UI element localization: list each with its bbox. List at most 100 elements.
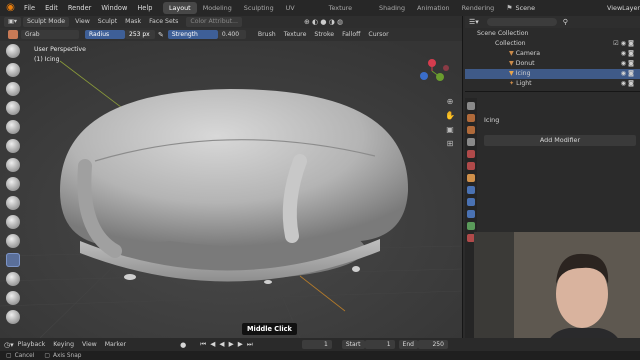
menu-playback[interactable]: Playback xyxy=(14,340,50,350)
tool-tab-icon[interactable] xyxy=(467,102,475,110)
menu-edit[interactable]: Edit xyxy=(40,4,63,12)
3d-viewport[interactable]: User Perspective (1) Icing ⊕ ✋ ▣ ⊞ xyxy=(0,41,462,338)
modifier-tab-icon[interactable] xyxy=(467,186,475,194)
visibility-icon[interactable]: ◉ ◙ xyxy=(621,79,634,89)
crease-brush-icon[interactable] xyxy=(6,177,20,191)
menu-keying[interactable]: Keying xyxy=(49,340,78,350)
draw-brush-icon[interactable] xyxy=(6,44,20,58)
tab-texture-paint[interactable]: Texture Paint xyxy=(323,2,373,24)
tab-sculpting[interactable]: Sculpting xyxy=(238,2,280,14)
scene-icon[interactable]: ⚑ xyxy=(506,4,512,12)
menu-window[interactable]: Window xyxy=(96,4,132,12)
render-tab-icon[interactable] xyxy=(467,114,475,122)
strength-field[interactable]: 0.400 xyxy=(217,30,246,39)
menu-mask[interactable]: Mask xyxy=(121,17,145,27)
viewport-nav-icons[interactable]: ⊕ ✋ ▣ ⊞ xyxy=(443,95,457,151)
pen-pressure-icon[interactable]: ✎ xyxy=(158,31,164,39)
data-tab-icon[interactable] xyxy=(467,222,475,230)
thumb-brush-icon[interactable] xyxy=(6,291,20,305)
filter-icon[interactable]: ⚲ xyxy=(563,18,568,26)
end-frame-field[interactable]: 250 xyxy=(417,340,448,349)
world-tab-icon[interactable] xyxy=(467,162,475,170)
menu-help[interactable]: Help xyxy=(132,4,157,12)
menu-falloff[interactable]: Falloff xyxy=(338,30,364,40)
record-icon[interactable]: ● xyxy=(180,341,186,349)
viewport-shading-icons[interactable]: ⊕ ◐ ● ◑ ◍ xyxy=(304,18,343,26)
view-layer-tab-icon[interactable] xyxy=(467,138,475,146)
particles-tab-icon[interactable] xyxy=(467,198,475,206)
tab-shading[interactable]: Shading xyxy=(373,2,411,14)
radius-label[interactable]: Radius xyxy=(85,30,125,39)
mode-selector[interactable]: Sculpt Mode xyxy=(22,17,70,27)
output-tab-icon[interactable] xyxy=(467,126,475,134)
visibility-icon[interactable]: ◉ ◙ xyxy=(621,69,634,79)
visibility-icon[interactable]: ◉ ◙ xyxy=(621,49,634,59)
menu-texture[interactable]: Texture xyxy=(280,30,311,40)
tab-modeling[interactable]: Modeling xyxy=(197,2,238,14)
menu-face-sets[interactable]: Face Sets xyxy=(145,17,182,27)
menu-marker[interactable]: Marker xyxy=(101,340,130,350)
brush-selector[interactable]: Grab xyxy=(21,30,79,39)
object-tab-icon[interactable] xyxy=(467,174,475,182)
tab-layout[interactable]: Layout xyxy=(162,2,197,14)
mesh-icon: ▼ xyxy=(509,70,516,77)
menu-stroke[interactable]: Stroke xyxy=(310,30,338,40)
clay-strips-brush-icon[interactable] xyxy=(6,101,20,115)
grab-brush-icon[interactable] xyxy=(6,253,20,267)
blender-logo-icon[interactable]: ◉ xyxy=(4,2,17,14)
start-frame-field[interactable]: 1 xyxy=(364,340,395,349)
timeline-header: ◷▾ Playback Keying View Marker ● ⏮ ◀ ◀ ▶… xyxy=(0,338,640,351)
menu-brush[interactable]: Brush xyxy=(254,30,280,40)
physics-tab-icon[interactable] xyxy=(467,210,475,218)
checkbox-icon[interactable]: ☑ ◉ ◙ xyxy=(613,39,634,49)
outliner-label-donut: Donut xyxy=(515,60,535,67)
divider xyxy=(465,91,640,92)
flatten-brush-icon[interactable] xyxy=(6,215,20,229)
current-frame-field[interactable]: 1 xyxy=(301,340,332,349)
pose-brush-icon[interactable] xyxy=(6,310,20,324)
outliner-row-donut[interactable]: ▼ Donut ◉ ◙ xyxy=(465,59,640,69)
editor-type-icon[interactable]: ▣▾ xyxy=(4,17,21,27)
radius-field[interactable]: 253 px xyxy=(125,30,155,39)
status-axis-snap: Axis Snap xyxy=(52,352,82,359)
snake-hook-brush-icon[interactable] xyxy=(6,272,20,286)
draw-sharp-brush-icon[interactable] xyxy=(6,63,20,77)
menu-sculpt[interactable]: Sculpt xyxy=(94,17,121,27)
view-layer-name[interactable]: ViewLayer xyxy=(607,4,640,12)
menu-cursor[interactable]: Cursor xyxy=(364,30,392,40)
menu-file[interactable]: File xyxy=(19,4,40,12)
color-attribute-dropdown[interactable]: Color Attribut... xyxy=(186,17,242,27)
blob-brush-icon[interactable] xyxy=(6,158,20,172)
view-perspective-label: User Perspective xyxy=(34,46,86,53)
collection-row[interactable]: Collection ☑ ◉ ◙ xyxy=(465,39,640,49)
fill-brush-icon[interactable] xyxy=(6,234,20,248)
tab-rendering[interactable]: Rendering xyxy=(456,2,501,14)
add-modifier-button[interactable]: Add Modifier xyxy=(484,135,636,146)
menu-render[interactable]: Render xyxy=(63,4,96,12)
brush-icon[interactable] xyxy=(8,30,18,39)
inflate-brush-icon[interactable] xyxy=(6,139,20,153)
timeline-type-icon[interactable]: ◷▾ xyxy=(4,341,14,349)
outliner-label-camera: Camera xyxy=(515,50,541,57)
tab-animation[interactable]: Animation xyxy=(411,2,456,14)
strength-label[interactable]: Strength xyxy=(167,30,218,39)
scene-name[interactable]: Scene xyxy=(516,4,535,12)
outliner-row-light[interactable]: ✦ Light ◉ ◙ xyxy=(465,79,640,89)
layer-brush-icon[interactable] xyxy=(6,120,20,134)
visibility-icon[interactable]: ◉ ◙ xyxy=(621,59,634,69)
smooth-brush-icon[interactable] xyxy=(6,196,20,210)
menu-view[interactable]: View xyxy=(71,17,94,27)
scene-tab-icon[interactable] xyxy=(467,150,475,158)
clay-brush-icon[interactable] xyxy=(6,82,20,96)
scene-collection-row[interactable]: Scene Collection xyxy=(465,29,640,39)
outliner-search-input[interactable] xyxy=(486,18,557,26)
outliner-type-icon[interactable]: ☰▾ xyxy=(469,18,479,26)
outliner-label-light: Light xyxy=(516,80,532,87)
tab-uv-editing[interactable]: UV Editing xyxy=(280,2,323,24)
playback-controls[interactable]: ⏮ ◀ ◀ ▶ ▶ ⏭ xyxy=(200,340,254,349)
menu-timeline-view[interactable]: View xyxy=(78,340,101,350)
outliner-row-icing[interactable]: ▼ Icing ◉ ◙ xyxy=(465,69,640,79)
outliner-row-camera[interactable]: ▼ Camera ◉ ◙ xyxy=(465,49,640,59)
end-label: End xyxy=(398,340,418,349)
icing-mesh[interactable] xyxy=(60,89,409,247)
